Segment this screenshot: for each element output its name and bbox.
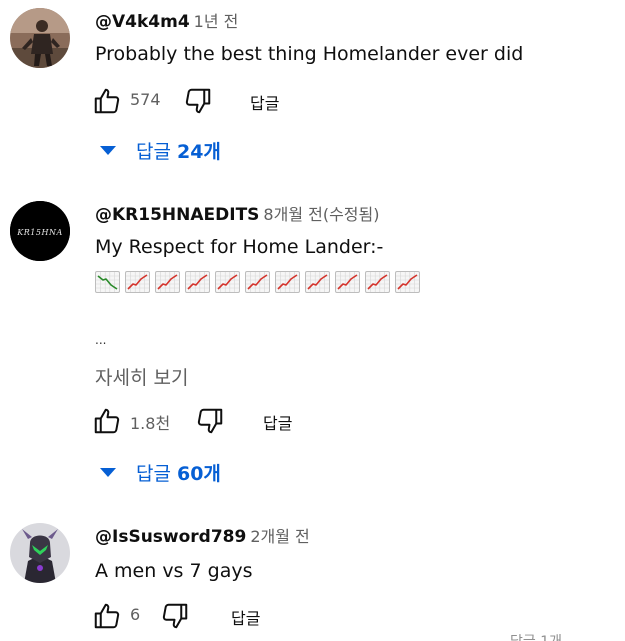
truncation-ellipsis: ... (95, 333, 107, 347)
thumbs-down-icon (185, 88, 211, 114)
like-button[interactable] (90, 84, 124, 118)
comments-section: @V4k4m4 1년 전 Probably the best thing Home… (0, 0, 625, 641)
armored-rider-avatar-icon (10, 523, 70, 583)
avatar[interactable] (10, 8, 70, 68)
comment-text: A men vs 7 gays (95, 560, 253, 582)
thumbs-up-icon (94, 408, 120, 434)
thumbs-up-icon (94, 88, 120, 114)
avatar[interactable] (10, 523, 70, 583)
person-photo-avatar-icon (10, 8, 70, 68)
replies-label: 답글 (136, 462, 171, 485)
like-count: 1.8천 (130, 414, 171, 433)
thumbs-down-icon (197, 408, 223, 434)
text-logo-avatar-icon: KR15HNA (10, 201, 70, 261)
chart-increasing-icon (185, 271, 210, 293)
author-name[interactable]: @KR15HNAEDITS (95, 205, 259, 225)
thumbs-down-icon (162, 603, 188, 629)
chart-increasing-icon (395, 271, 420, 293)
dislike-button[interactable] (193, 404, 227, 438)
chart-increasing-icon (305, 271, 330, 293)
chart-increasing-icon (275, 271, 300, 293)
chart-increasing-icon (335, 271, 360, 293)
avatar[interactable]: KR15HNA (10, 201, 70, 261)
chart-increasing-icon (155, 271, 180, 293)
view-replies-button[interactable]: 답글 60개 (100, 458, 221, 486)
thumbs-up-icon (94, 603, 120, 629)
comment-thread: @V4k4m4 1년 전 Probably the best thing Home… (0, 8, 625, 178)
dislike-button[interactable] (158, 599, 192, 633)
reply-button[interactable]: 답글 (250, 90, 279, 114)
comment-time[interactable]: 1년 전 (194, 12, 239, 31)
replies-label: 답글 (136, 140, 171, 163)
caret-down-icon (100, 467, 116, 477)
comment-time[interactable]: 2개월 전 (250, 527, 309, 546)
comment-header: @KR15HNAEDITS 8개월 전(수정됨) (95, 201, 380, 225)
comment-text: My Respect for Home Lander:- (95, 236, 384, 258)
like-button[interactable] (90, 599, 124, 633)
comment-time[interactable]: 8개월 전(수정됨) (263, 205, 379, 224)
caret-down-icon (100, 145, 116, 155)
read-more-button[interactable]: 자세히 보기 (95, 363, 188, 390)
dislike-button[interactable] (181, 84, 215, 118)
chart-increasing-icon (125, 271, 150, 293)
chart-increasing-icon (365, 271, 390, 293)
like-count: 6 (130, 605, 141, 624)
comment-text: Probably the best thing Homelander ever … (95, 43, 524, 65)
comment-header: @V4k4m4 1년 전 (95, 8, 238, 32)
chart-decreasing-icon (95, 271, 120, 293)
view-replies-button[interactable]: 답글 24개 (100, 136, 221, 164)
like-button[interactable] (90, 404, 124, 438)
author-name[interactable]: @IsSusword789 (95, 527, 246, 547)
replies-count: 24개 (176, 140, 221, 163)
comment-thread: KR15HNA @KR15HNAEDITS 8개월 전(수정됨) My Respe… (0, 201, 625, 501)
reply-button[interactable]: 답글 (231, 605, 260, 629)
replies-count: 60개 (176, 462, 221, 485)
chart-increasing-icon (245, 271, 270, 293)
emoji-row (95, 271, 420, 293)
comment-thread: @IsSusword789 2개월 전 A men vs 7 gays 6 답글 (0, 523, 625, 641)
author-name[interactable]: @V4k4m4 (95, 12, 190, 32)
comment-header: @IsSusword789 2개월 전 (95, 523, 310, 547)
replies-label-cutoff[interactable]: 답글 1개 (510, 631, 562, 641)
avatar-text: KR15HNA (16, 228, 62, 237)
like-count: 574 (130, 90, 161, 109)
reply-button[interactable]: 답글 (263, 410, 292, 434)
chart-increasing-icon (215, 271, 240, 293)
